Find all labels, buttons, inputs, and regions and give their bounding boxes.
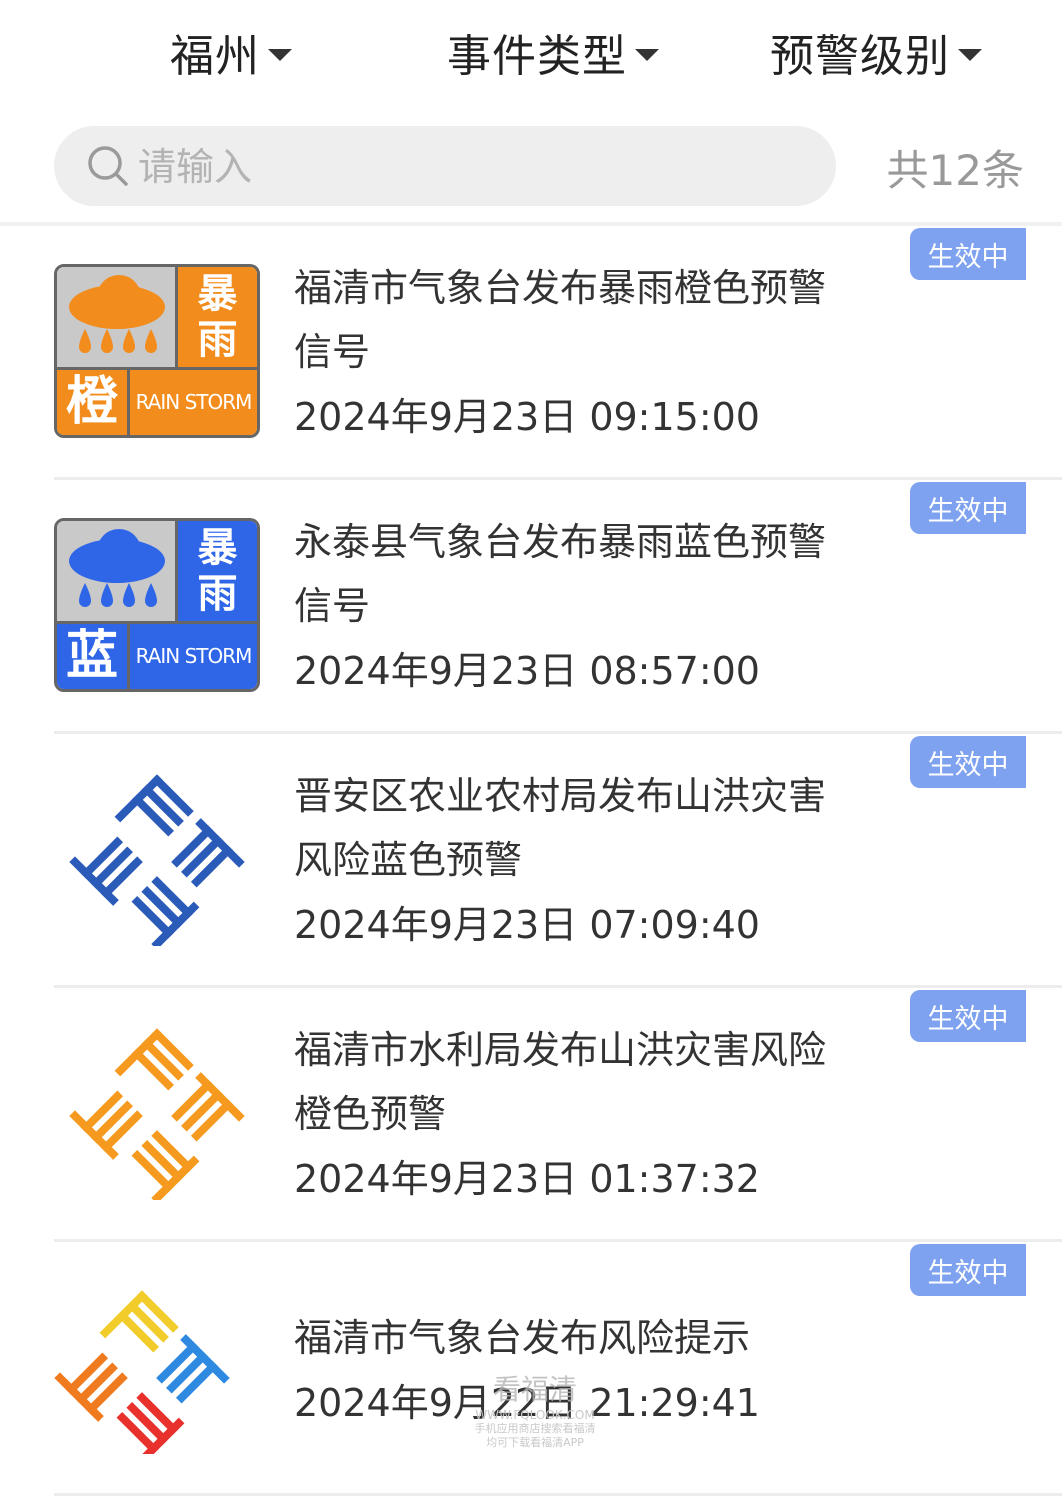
warning-title: 福清市气象台发布暴雨橙色预警 信号 <box>294 266 827 374</box>
warning-time: 2024年9月23日 01:37:32 <box>294 1157 760 1201</box>
warning-title: 永泰县气象台发布暴雨蓝色预警 信号 <box>294 520 827 628</box>
list-item[interactable]: 生效中 暴 雨 橙 RAIN STORM 福清市气象台发布暴雨橙色预警 信号 2… <box>0 226 1062 480</box>
status-badge: 生效中 <box>910 736 1026 788</box>
rainstorm-blue-icon: 暴 雨 蓝 RAIN STORM <box>54 518 260 692</box>
warning-time: 2024年9月23日 08:57:00 <box>294 649 760 693</box>
result-count: 共12条 <box>886 146 1024 195</box>
search-input[interactable] <box>136 140 800 194</box>
event-type-filter-dropdown[interactable]: 事件类型 <box>447 22 659 82</box>
status-badge: 生效中 <box>910 482 1026 534</box>
list-item[interactable]: 生效中 <box>0 988 1062 1242</box>
warning-level-filter-dropdown[interactable]: 预警级别 <box>770 22 982 82</box>
list-item[interactable]: 生效中 暴 雨 蓝 RAIN STORM 永泰县气象台发布暴雨蓝色预警 信号 2… <box>0 480 1062 734</box>
chevron-down-icon <box>635 49 659 61</box>
search-icon <box>88 146 128 186</box>
filter-bar: 福州 事件类型 预警级别 <box>0 0 1062 105</box>
emergency-logo-multicolor-icon <box>54 1280 260 1466</box>
emergency-logo-orange-icon <box>54 1026 260 1204</box>
status-badge: 生效中 <box>910 1244 1026 1296</box>
status-badge: 生效中 <box>910 990 1026 1042</box>
search-box[interactable] <box>54 126 836 206</box>
emergency-logo-blue-icon <box>54 772 260 950</box>
warning-time: 2024年9月23日 09:15:00 <box>294 395 760 439</box>
warning-level-filter-label: 预警级别 <box>770 31 950 82</box>
city-filter-dropdown[interactable]: 福州 <box>170 22 292 82</box>
list-item[interactable]: 生效中 <box>0 1242 1062 1496</box>
warning-title: 福清市水利局发布山洪灾害风险 橙色预警 <box>294 1028 827 1136</box>
warning-time: 2024年9月23日 07:09:40 <box>294 903 760 947</box>
warning-title: 晋安区农业农村局发布山洪灾害 风险蓝色预警 <box>294 774 827 882</box>
status-badge: 生效中 <box>910 228 1026 280</box>
event-type-filter-label: 事件类型 <box>447 31 627 82</box>
list-item[interactable]: 生效中 <box>0 734 1062 988</box>
warning-title: 福清市气象台发布风险提示 <box>294 1316 751 1360</box>
city-filter-label: 福州 <box>170 31 260 82</box>
warning-time: 2024年9月22日 21:29:41 <box>294 1381 760 1425</box>
chevron-down-icon <box>268 49 292 61</box>
rainstorm-orange-icon: 暴 雨 橙 RAIN STORM <box>54 264 260 438</box>
chevron-down-icon <box>958 49 982 61</box>
